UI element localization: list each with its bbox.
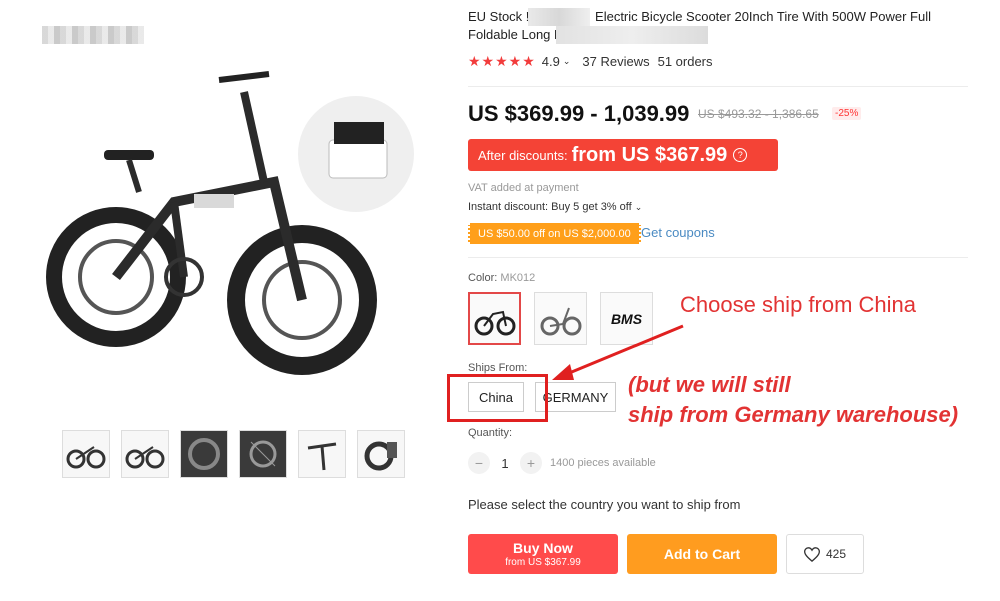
instant-discount[interactable]: Instant discount: Buy 5 get 3% off ⌄ (468, 201, 642, 213)
minus-button[interactable]: − (468, 452, 490, 474)
get-coupons-link[interactable]: Get coupons (641, 225, 715, 240)
color-label-text: Color: (468, 272, 498, 284)
question-icon[interactable]: ? (733, 148, 748, 162)
store-name-blurred (42, 26, 144, 44)
quantity-label: Quantity: (468, 427, 513, 439)
discount-badge: -25% (832, 107, 862, 120)
wishlist-button[interactable]: 425 (786, 534, 864, 574)
chevron-down-icon[interactable]: ⌄ (563, 56, 571, 67)
thumbnail-2[interactable] (121, 430, 169, 478)
thumbnail-3[interactable] (180, 430, 228, 478)
annotation-line-1: (but we will still (628, 372, 791, 397)
reviews-link[interactable]: 37 Reviews (582, 54, 649, 69)
variant-mk012[interactable] (468, 292, 521, 345)
buy-now-sub: from US $367.99 (505, 557, 581, 568)
after-discount-value: from US $367.99 (571, 143, 728, 166)
available-pieces: 1400 pieces available (550, 457, 656, 469)
orders-count: 51 orders (657, 54, 713, 69)
title-blur-region (528, 8, 590, 26)
annotation-germany-note: (but we will still ship from Germany war… (628, 370, 958, 430)
after-discount-banner: After discounts: from US $367.99 ? (468, 139, 778, 171)
wish-count: 425 (825, 547, 847, 561)
ship-from-note: Please select the country you want to sh… (468, 497, 741, 512)
heart-icon (803, 546, 820, 562)
buy-now-button[interactable]: Buy Now from US $367.99 (468, 534, 618, 574)
main-product-image (44, 52, 434, 412)
color-label: Color: MK012 (468, 272, 535, 284)
buy-now-label: Buy Now (513, 540, 573, 556)
instant-discount-text: Instant discount: Buy 5 get 3% off (468, 201, 632, 213)
divider (468, 257, 968, 258)
title-blur-region-2 (556, 26, 708, 44)
original-price: US $493.32 - 1,386.65 (698, 107, 819, 121)
thumbnail-4[interactable] (239, 430, 287, 478)
thumbnail-strip (62, 430, 405, 478)
star-rating-icon: ★★★★★ (468, 53, 536, 69)
plus-button[interactable]: + (520, 452, 542, 474)
title-part-1: EU Stock ! (468, 9, 534, 24)
chevron-down-icon: ⌄ (634, 202, 643, 212)
after-discount-label: After discounts: (478, 147, 568, 163)
coupon-badge: US $50.00 off on US $2,000.00 (468, 223, 641, 244)
vat-note: VAT added at payment (468, 182, 579, 194)
annotation-choose-china: Choose ship from China (680, 292, 917, 317)
annotation-line-2: ship from Germany warehouse) (628, 402, 959, 427)
quantity-value[interactable]: 1 (490, 456, 520, 471)
rating-row: ★★★★★ 4.9 ⌄ 37 Reviews 51 orders (468, 53, 713, 70)
highlight-box (447, 374, 548, 422)
price-range: US $369.99 - 1,039.99 (468, 101, 690, 126)
thumbnail-1[interactable] (62, 430, 110, 478)
thumbnail-6[interactable] (357, 430, 405, 478)
quantity-stepper: − 1 + 1400 pieces available (468, 452, 656, 474)
ships-from-label: Ships From: (468, 362, 528, 374)
color-value: MK012 (500, 272, 536, 284)
thumbnail-5[interactable] (298, 430, 346, 478)
rating-value: 4.9 (541, 54, 560, 69)
divider (468, 86, 968, 87)
add-to-cart-button[interactable]: Add to Cart (627, 534, 777, 574)
